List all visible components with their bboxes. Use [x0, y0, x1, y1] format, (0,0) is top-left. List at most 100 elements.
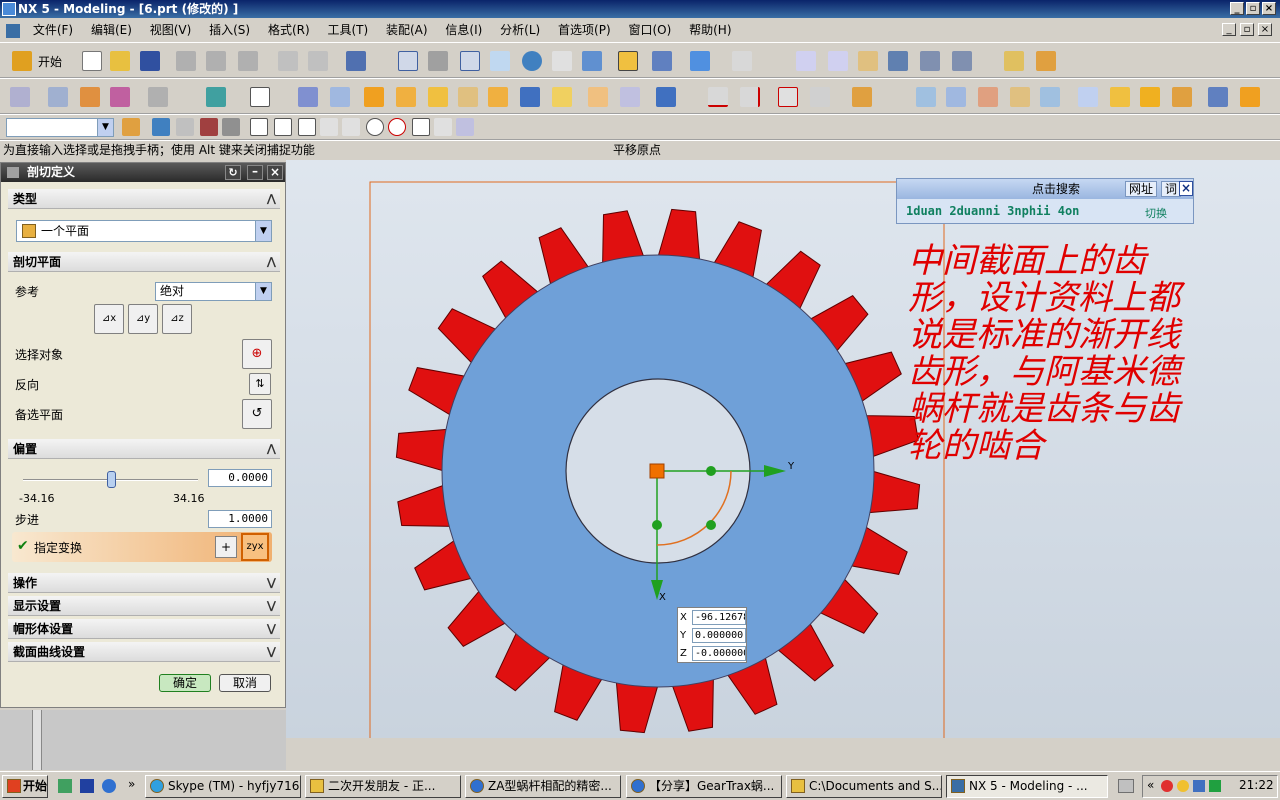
z-coord-input[interactable]: -0.000000: [692, 646, 746, 661]
select-filter-icon[interactable]: [346, 51, 366, 71]
datum-icon[interactable]: [828, 51, 848, 71]
operation-section-header[interactable]: 操作 ⋁: [8, 573, 280, 593]
snap-options-icon[interactable]: [952, 51, 972, 71]
snap-icon[interactable]: [920, 51, 940, 71]
shell-icon[interactable]: [656, 87, 676, 107]
shaded-view-icon[interactable]: [428, 51, 448, 71]
hole-icon[interactable]: [148, 87, 168, 107]
menu-analysis[interactable]: 分析(L): [493, 19, 547, 41]
url-button[interactable]: 网址: [1125, 181, 1158, 197]
cap-section-header[interactable]: 帽形体设置 ⋁: [8, 619, 280, 639]
reference-dropdown[interactable]: 绝对 ▼: [155, 282, 272, 301]
alternate-solution-icon[interactable]: ↺: [242, 399, 272, 429]
y-coord-input[interactable]: 0.000000: [692, 628, 746, 643]
point-icon[interactable]: [796, 51, 816, 71]
snap-endpoint-icon[interactable]: [250, 118, 268, 136]
taskbar-item[interactable]: Skype (TM) - hyfjy716: [145, 775, 301, 798]
quicklaunch-icon[interactable]: [80, 779, 94, 793]
specify-transform-row[interactable]: ✔ 指定变换 + zyx: [12, 532, 272, 562]
revolve-icon[interactable]: [80, 87, 100, 107]
reset-icon[interactable]: ↻: [225, 165, 241, 180]
extract-icon[interactable]: [1240, 87, 1260, 107]
slider-handle[interactable]: [106, 471, 116, 488]
offset-section-header[interactable]: 偏置 ⋀: [8, 439, 280, 459]
keyboard-icon[interactable]: [1118, 779, 1134, 793]
x-coord-input[interactable]: -96.12678: [692, 610, 746, 625]
csys-dialog-icon[interactable]: zyx: [241, 533, 269, 561]
menu-format[interactable]: 格式(R): [261, 19, 317, 41]
select-body-icon[interactable]: [200, 118, 218, 136]
sketch-icon[interactable]: [10, 87, 30, 107]
transform-icon[interactable]: [858, 51, 878, 71]
sphere-icon[interactable]: [396, 87, 416, 107]
word-button[interactable]: 词: [1161, 181, 1182, 197]
offset-input[interactable]: 0.0000: [208, 469, 272, 487]
select-scope-icon[interactable]: [122, 118, 140, 136]
pocket-icon[interactable]: [458, 87, 478, 107]
cone-icon[interactable]: [364, 87, 384, 107]
trim-body-icon[interactable]: [1172, 87, 1192, 107]
menu-assembly[interactable]: 装配(A): [379, 19, 435, 41]
type-dropdown[interactable]: 一个平面 ▼: [16, 220, 272, 242]
crosshair-icon[interactable]: ⊕: [242, 339, 272, 369]
snap-control-icon[interactable]: [298, 118, 316, 136]
line-icon[interactable]: [708, 87, 728, 107]
qq-icon[interactable]: [1177, 780, 1189, 792]
type-filter-dropdown[interactable]: ▼: [6, 118, 114, 137]
close-icon[interactable]: ×: [1179, 181, 1193, 196]
sew-icon[interactable]: [1110, 87, 1130, 107]
sweep-icon[interactable]: [110, 87, 130, 107]
security-shield-icon[interactable]: [1209, 780, 1221, 792]
doc-minimize-button[interactable]: _: [1222, 23, 1236, 36]
primitive-icon[interactable]: [206, 87, 226, 107]
step-input[interactable]: 1.0000: [208, 510, 272, 528]
menu-file[interactable]: 文件(F): [26, 19, 80, 41]
select-feature-icon[interactable]: [176, 118, 194, 136]
cancel-button[interactable]: 取消: [219, 674, 271, 692]
zoom-icon[interactable]: [490, 51, 510, 71]
boss-icon[interactable]: [428, 87, 448, 107]
rotate-icon[interactable]: [522, 51, 542, 71]
open-file-icon[interactable]: [110, 51, 130, 71]
rectangle-icon[interactable]: [250, 87, 270, 107]
slot-icon[interactable]: [520, 87, 540, 107]
measure-distance-icon[interactable]: [1004, 51, 1024, 71]
curve-section-header[interactable]: 截面曲线设置 ⋁: [8, 642, 280, 662]
studio-surface-icon[interactable]: [1040, 87, 1060, 107]
dialog-title-bar[interactable]: 剖切定义 ↻ – ×: [1, 163, 285, 182]
menu-window[interactable]: 窗口(O): [621, 19, 678, 41]
spline-icon[interactable]: [810, 87, 830, 107]
start-icon[interactable]: [12, 51, 32, 71]
tray-expand-icon[interactable]: «: [1147, 778, 1154, 792]
mesh-surface-icon[interactable]: [946, 87, 966, 107]
ruled-surface-icon[interactable]: [978, 87, 998, 107]
maximize-button[interactable]: ▫: [1246, 2, 1260, 15]
display-section-header[interactable]: 显示设置 ⋁: [8, 596, 280, 616]
snap-midpoint-icon[interactable]: [274, 118, 292, 136]
type-section-header[interactable]: 类型 ⋀: [8, 189, 280, 209]
start-menu-button[interactable]: 开始: [2, 775, 48, 798]
thicken-icon[interactable]: [1140, 87, 1160, 107]
collapse-icon[interactable]: –: [247, 165, 263, 180]
ie-icon[interactable]: [102, 779, 116, 793]
draft-icon[interactable]: [1208, 87, 1228, 107]
snap-on-curve-icon[interactable]: [434, 118, 452, 136]
switch-button[interactable]: 切换: [1145, 205, 1167, 221]
snap-existing-point-icon[interactable]: [412, 118, 430, 136]
copy-icon[interactable]: [206, 51, 226, 71]
tray-app-icon[interactable]: [1161, 780, 1173, 792]
layer-icon[interactable]: [652, 51, 672, 71]
start-button[interactable]: 开始: [38, 53, 62, 70]
taskbar-item[interactable]: C:\Documents and S...: [786, 775, 942, 798]
zoom-window-icon[interactable]: [460, 51, 480, 71]
add-csys-icon[interactable]: +: [215, 536, 237, 558]
redo-icon[interactable]: [308, 51, 328, 71]
taskbar-item[interactable]: 【分享】GearTrax蜗...: [626, 775, 782, 798]
menu-insert[interactable]: 插入(S): [202, 19, 257, 41]
minimize-button[interactable]: _: [1230, 2, 1244, 15]
dialog-close-icon[interactable]: ×: [267, 165, 283, 180]
network-icon[interactable]: [1193, 780, 1205, 792]
search-text[interactable]: 1duan 2duanni 3nphii 4on: [906, 204, 1079, 218]
menu-information[interactable]: 信息(I): [438, 19, 489, 41]
offset-slider[interactable]: [23, 471, 198, 488]
